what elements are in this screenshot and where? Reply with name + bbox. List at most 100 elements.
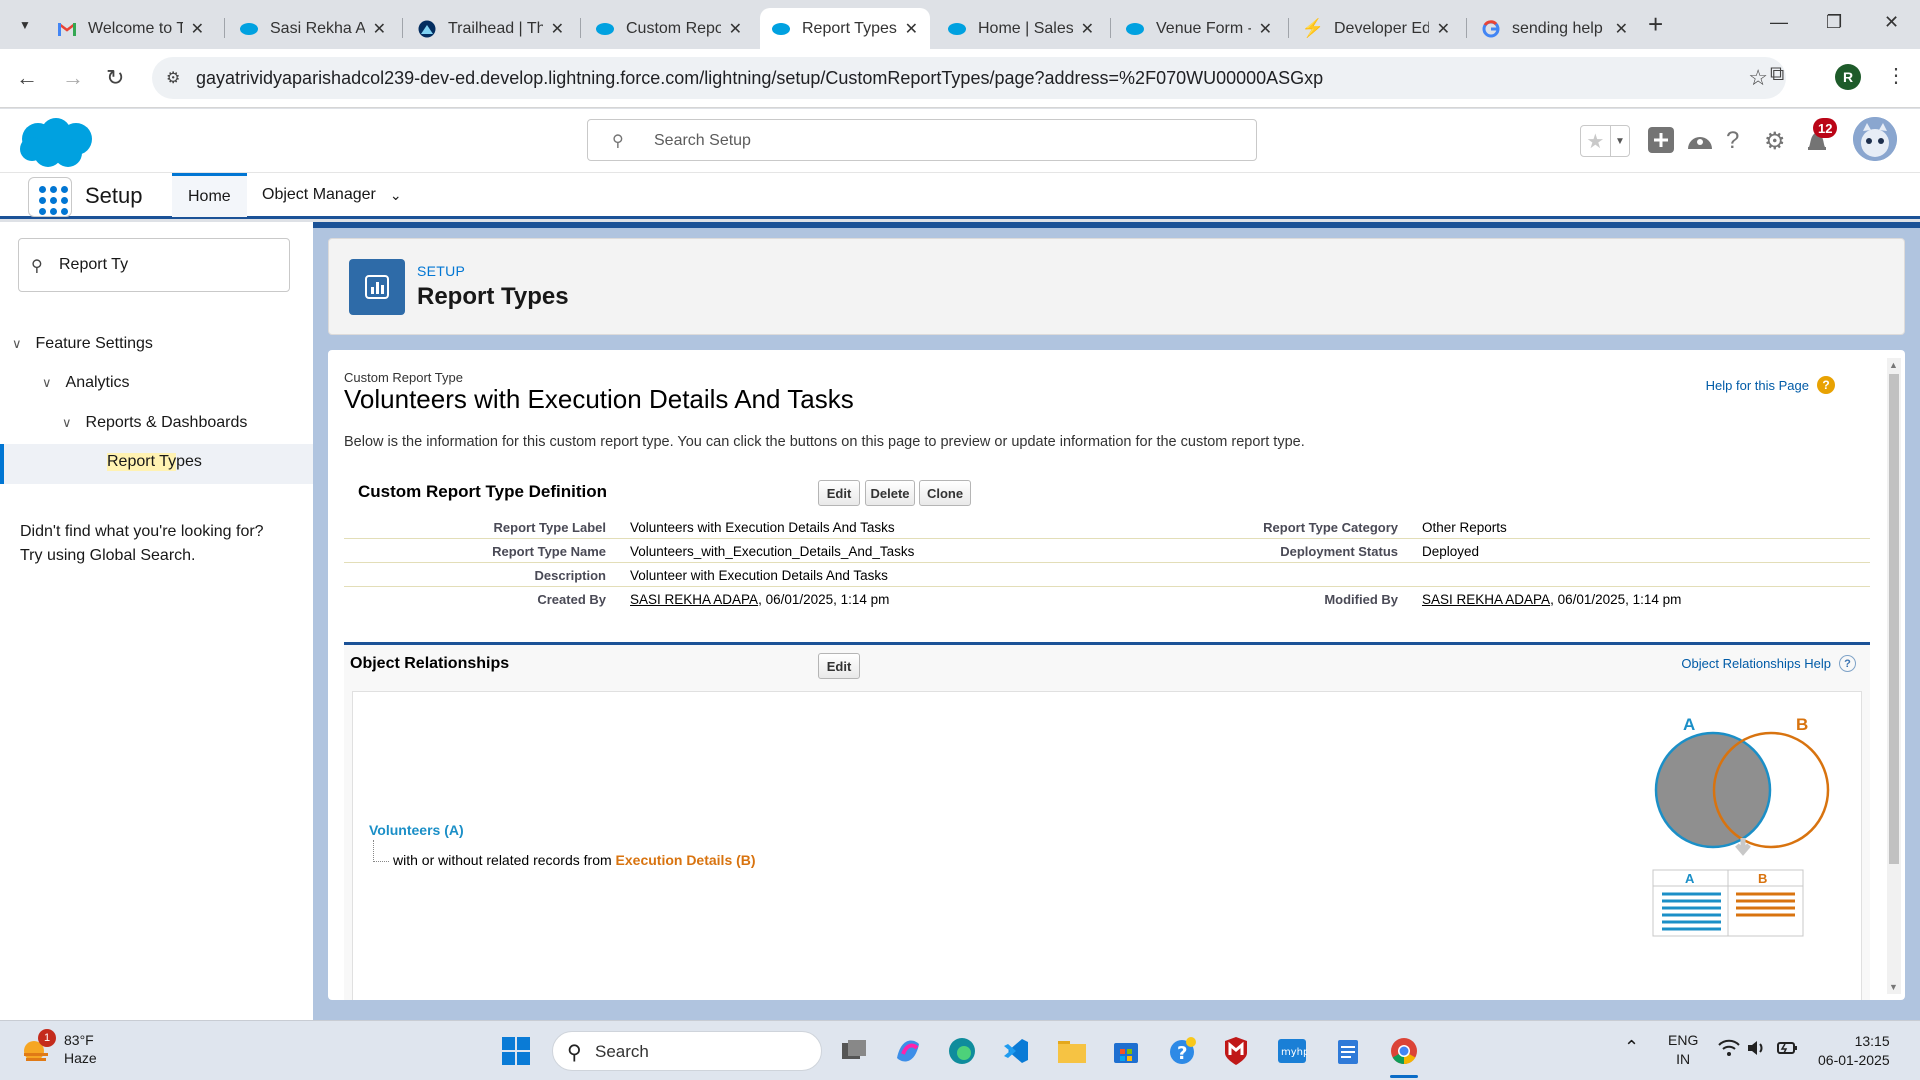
tree-item-report-types[interactable]: Report Ty pes	[107, 453, 202, 471]
forward-arrow-icon[interactable]: →	[62, 65, 84, 91]
taskbar-search-box[interactable]: ⚲ Search	[552, 1031, 822, 1071]
address-bar[interactable]: ⚙ gayatrividyaparishadcol239-dev-ed.deve…	[152, 57, 1786, 99]
site-info-icon[interactable]: ⚙	[166, 68, 180, 88]
help-question-icon[interactable]: ?	[1839, 655, 1856, 672]
app-name: Setup	[85, 183, 143, 208]
salesforce-icon	[1126, 20, 1144, 38]
close-tab-icon[interactable]: ✕	[191, 19, 204, 39]
delete-button[interactable]: Delete	[865, 480, 915, 506]
close-tab-icon[interactable]: ✕	[551, 19, 564, 39]
browser-menu-icon[interactable]: ⋮	[1886, 63, 1906, 88]
browser-tab[interactable]: sending help ✕	[1470, 8, 1640, 49]
page-header: SETUP Report Types	[328, 238, 1905, 335]
nav-tab-home[interactable]: Home	[172, 173, 247, 217]
help-question-icon[interactable]: ?	[1726, 127, 1739, 155]
chevron-down-icon[interactable]: ⌄	[390, 187, 402, 204]
file-explorer-icon[interactable]	[1056, 1035, 1088, 1067]
copilot-icon[interactable]	[892, 1035, 924, 1067]
url-text[interactable]: gayatrividyaparishadcol239-dev-ed.develo…	[196, 68, 1323, 89]
minimize-icon[interactable]: —	[1770, 12, 1788, 33]
profile-avatar[interactable]: R	[1835, 64, 1861, 90]
battery-icon[interactable]	[1776, 1039, 1798, 1060]
weather-widget[interactable]: 1 83°F Haze	[20, 1029, 97, 1067]
chevron-down-icon[interactable]: ∨	[12, 336, 22, 352]
microsoft-store-icon[interactable]	[1110, 1035, 1142, 1067]
close-tab-icon[interactable]: ✕	[729, 19, 742, 39]
trailhead-guide-icon[interactable]	[1686, 127, 1714, 160]
help-app-icon[interactable]: ?	[1166, 1035, 1198, 1067]
tab-search-chevron-icon[interactable]: ▼	[12, 12, 38, 38]
new-tab-plus-icon[interactable]: +	[1648, 11, 1663, 37]
setup-search-input[interactable]: ⚲ Search Setup	[587, 119, 1257, 161]
extensions-icon[interactable]: ⧉	[1770, 63, 1784, 86]
close-tab-icon[interactable]: ✕	[373, 19, 386, 39]
quick-find-input[interactable]: ⚲ Report Ty	[18, 238, 290, 292]
favorites-button[interactable]: ★ ▼	[1580, 125, 1630, 157]
relationships-edit-button[interactable]: Edit	[818, 653, 860, 679]
language-indicator[interactable]: ENG IN	[1668, 1031, 1698, 1069]
reload-icon[interactable]: ↻	[106, 65, 124, 91]
wifi-icon[interactable]	[1718, 1039, 1740, 1060]
bookmark-star-icon[interactable]: ☆	[1748, 65, 1768, 91]
browser-tab-active[interactable]: Report Types ✕	[760, 8, 930, 49]
chevron-down-icon[interactable]: ∨	[62, 415, 72, 431]
object-relationships-help-link[interactable]: Object Relationships Help ?	[1681, 655, 1856, 672]
browser-tab[interactable]: Welcome to T ✕	[46, 8, 216, 49]
browser-tab[interactable]: ⚡ Developer Ed ✕	[1292, 8, 1462, 49]
tree-item-analytics[interactable]: ∨ Analytics	[42, 374, 130, 392]
close-tab-icon[interactable]: ✕	[1615, 19, 1628, 39]
back-arrow-icon[interactable]: ←	[16, 65, 38, 91]
browser-tab[interactable]: Venue Form - ✕	[1114, 8, 1284, 49]
mcafee-icon[interactable]	[1220, 1035, 1252, 1067]
system-clock[interactable]: 13:15 06-01-2025	[1818, 1032, 1890, 1070]
browser-tab[interactable]: Trailhead | Th ✕	[406, 8, 576, 49]
favorites-dropdown-icon[interactable]: ▼	[1609, 126, 1629, 156]
global-actions-plus-icon[interactable]	[1648, 127, 1674, 160]
favorite-star-icon[interactable]: ★	[1581, 126, 1610, 156]
detail-title: Volunteers with Execution Details And Ta…	[344, 384, 854, 414]
restore-icon[interactable]: ❐	[1826, 12, 1842, 33]
browser-toolbar: ← → ↻ ⚙ gayatrividyaparishadcol239-dev-e…	[0, 49, 1920, 108]
close-tab-icon[interactable]: ✕	[1437, 19, 1450, 39]
app-launcher-icon[interactable]	[28, 177, 72, 217]
chevron-down-icon[interactable]: ∨	[42, 375, 52, 391]
detail-row: Report Type Name Volunteers_with_Executi…	[344, 539, 1870, 563]
scroll-down-arrow-icon[interactable]: ▼	[1889, 982, 1898, 992]
salesforce-logo[interactable]	[18, 117, 94, 169]
edit-button[interactable]: Edit	[818, 480, 860, 506]
vertical-scrollbar[interactable]: ▲ ▼	[1887, 358, 1901, 994]
scrollbar-thumb[interactable]	[1889, 374, 1899, 864]
task-view-icon[interactable]	[838, 1035, 870, 1067]
browser-tab[interactable]: Home | Salesf ✕	[936, 8, 1106, 49]
myhp-icon[interactable]: myhp	[1276, 1035, 1308, 1067]
user-avatar[interactable]	[1853, 117, 1897, 161]
edge-browser-icon[interactable]	[946, 1035, 978, 1067]
chrome-icon[interactable]	[1388, 1035, 1420, 1067]
windows-start-icon[interactable]	[500, 1035, 532, 1067]
modified-by-user-link[interactable]: SASI REKHA ADAPA	[1422, 592, 1550, 607]
tree-item-reports-dashboards[interactable]: ∨ Reports & Dashboards	[62, 414, 247, 432]
show-hidden-icons-chevron-icon[interactable]: ⌃	[1624, 1037, 1639, 1058]
vscode-icon[interactable]	[1000, 1035, 1032, 1067]
browser-tab[interactable]: Custom Repo ✕	[584, 8, 754, 49]
volume-icon[interactable]	[1746, 1039, 1768, 1060]
close-window-icon[interactable]: ✕	[1884, 12, 1899, 33]
browser-tab[interactable]: Sasi Rekha Ad ✕	[228, 8, 398, 49]
close-tab-icon[interactable]: ✕	[1259, 19, 1272, 39]
report-chart-icon	[349, 259, 405, 315]
setup-gear-icon[interactable]: ⚙	[1764, 127, 1786, 156]
definition-section-title: Custom Report Type Definition	[358, 482, 608, 501]
help-for-page-link[interactable]: Help for this Page ?	[1706, 376, 1835, 394]
close-tab-icon[interactable]: ✕	[905, 19, 918, 39]
salesforce-icon	[240, 20, 258, 38]
clone-button[interactable]: Clone	[919, 480, 971, 506]
object-relationships-section: Object Relationships Edit Object Relatio…	[344, 642, 1870, 1000]
intro-text: Below is the information for this custom…	[344, 434, 1305, 450]
close-tab-icon[interactable]: ✕	[1081, 19, 1094, 39]
help-question-icon[interactable]: ?	[1817, 376, 1835, 394]
tree-item-feature-settings[interactable]: ∨ Feature Settings	[12, 335, 153, 353]
scroll-up-arrow-icon[interactable]: ▲	[1889, 360, 1898, 370]
notepad-icon[interactable]	[1332, 1035, 1364, 1067]
nav-tab-object-manager[interactable]: Object Manager ⌄	[262, 173, 402, 217]
created-by-user-link[interactable]: SASI REKHA ADAPA	[630, 592, 758, 607]
